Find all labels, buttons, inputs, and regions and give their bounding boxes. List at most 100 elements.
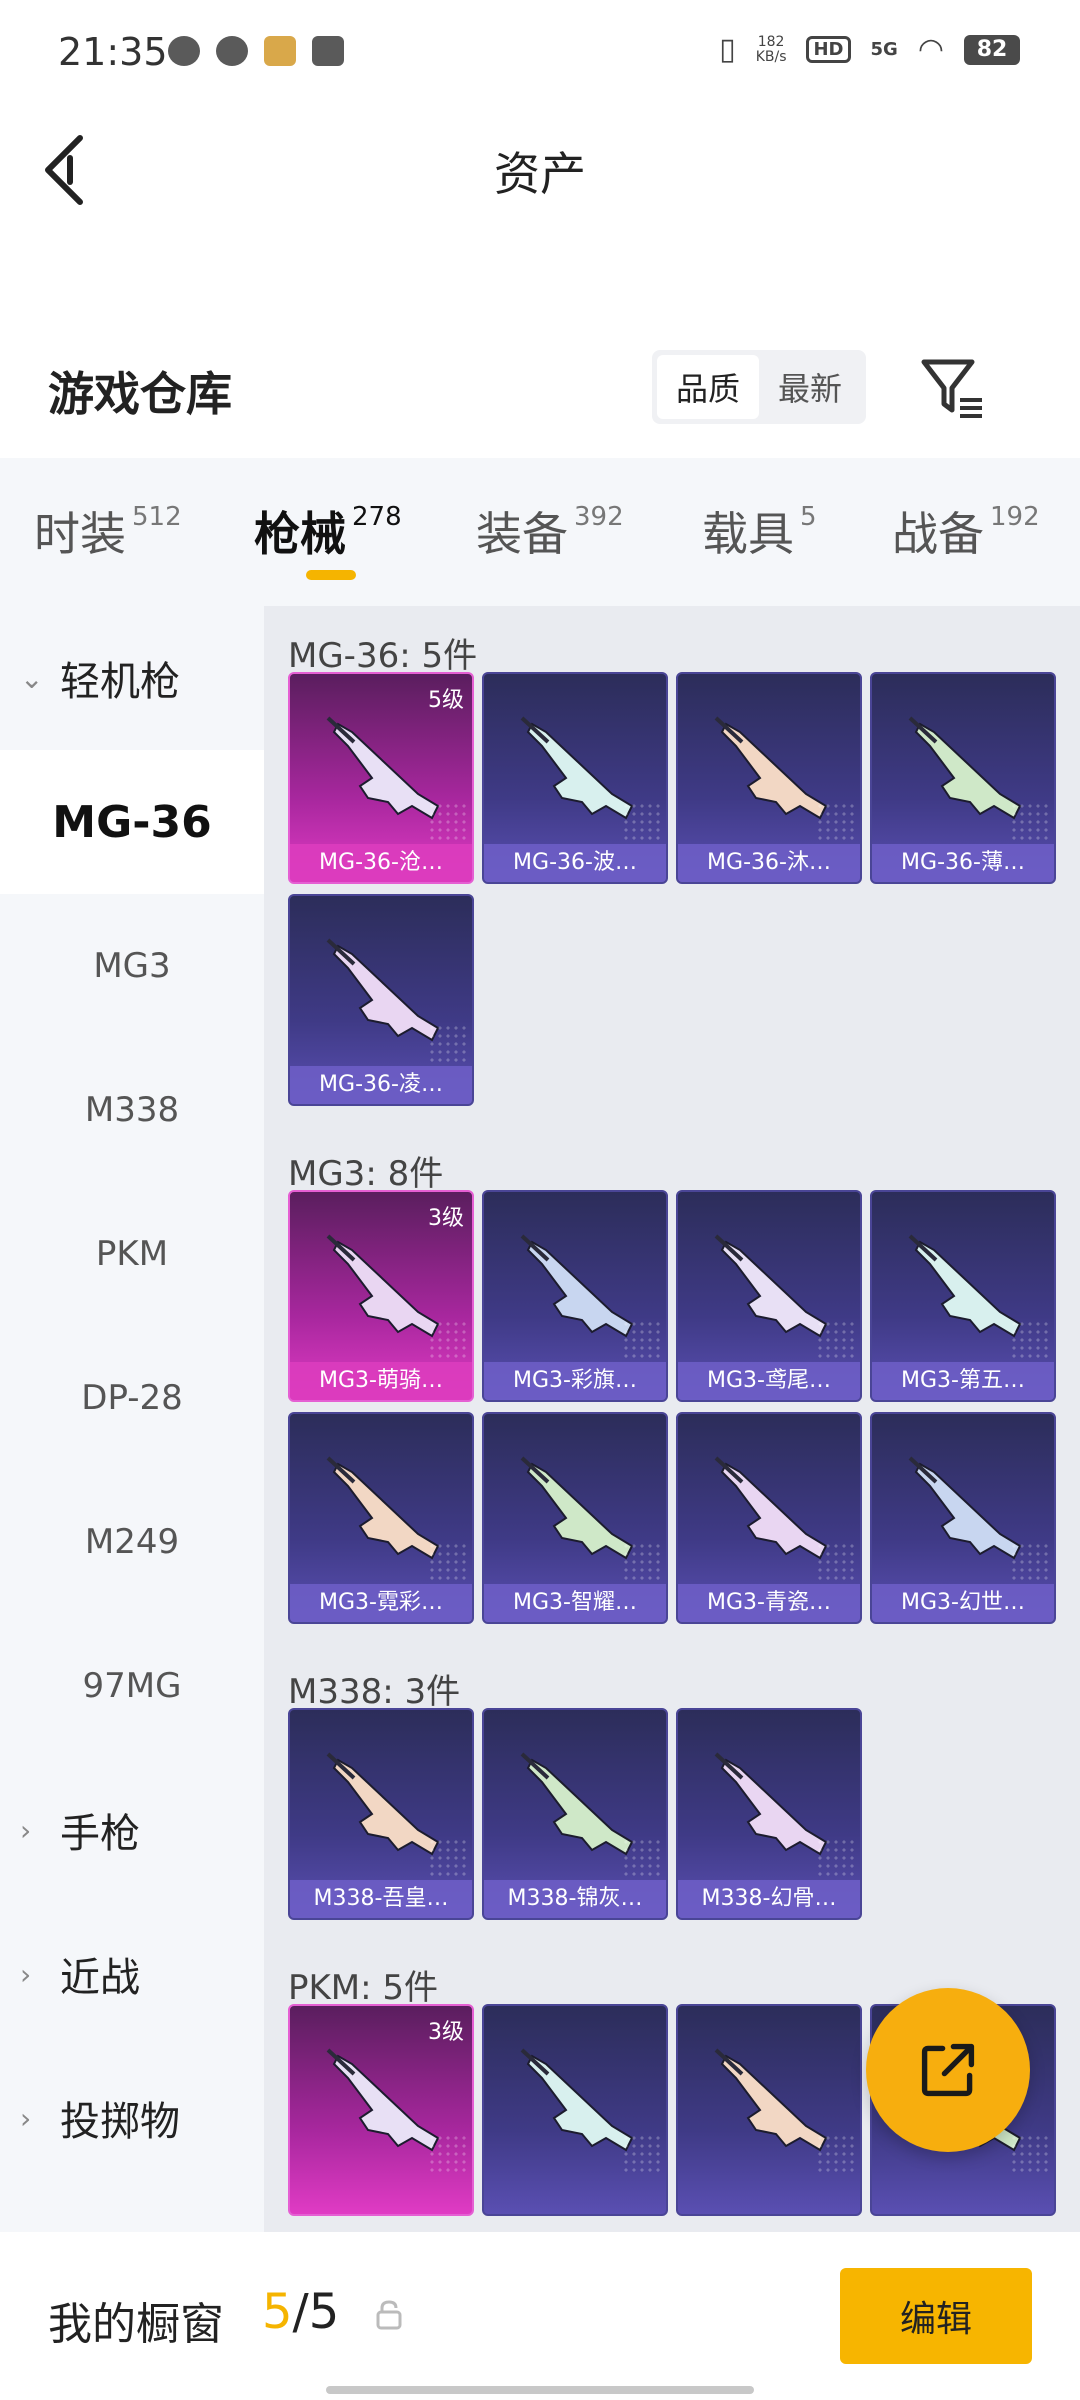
tab-label: 时装 [34,507,126,561]
lock-icon [376,2300,402,2330]
sidebar-item-mg-36[interactable]: MG-36 [0,750,264,894]
card-pattern [428,1838,468,1878]
weapon-card[interactable]: MG3-彩旗… [482,1190,668,1402]
card-pattern [428,802,468,842]
chevron-right-icon: › [20,2101,32,2135]
card-pattern [1010,2134,1050,2174]
status-bar: 21:35 ▯ 182 KB/s HD 5G ◠ 82 [0,0,1080,110]
card-pattern [816,1320,856,1360]
weapon-card[interactable] [482,2004,668,2216]
weapon-card[interactable]: MG-36-波… [482,672,668,884]
card-pattern [622,1838,662,1878]
showcase-total: 5 [308,2284,340,2340]
weapon-card[interactable]: MG3-智耀… [482,1412,668,1624]
weapon-card[interactable]: M338-锦灰… [482,1708,668,1920]
sort-latest-button[interactable]: 最新 [759,355,861,419]
card-pattern [622,1320,662,1360]
battery-icon: 82 [964,34,1020,65]
tab-firearms[interactable]: 枪械 278 [254,498,402,564]
card-level-badge: 3级 [428,1206,464,1231]
network-speed-unit: KB/s [755,48,787,65]
warehouse-title: 游戏仓库 [48,367,232,421]
card-label: MG3-萌骑… [290,1362,472,1400]
card-label: MG3-青瓷… [678,1584,860,1622]
sort-toggle: 品质 最新 [652,350,866,424]
card-pattern [428,1320,468,1360]
tab-label: 战备 [892,507,984,561]
weapon-card[interactable]: MG3-霓彩… [288,1412,474,1624]
network-speed-value: 182 [757,33,785,50]
card-pattern [428,1542,468,1582]
card-pattern [1010,802,1050,842]
section-title: MG3: 8件 [288,1154,444,1194]
card-pattern [622,802,662,842]
tab-count: 192 [990,502,1040,532]
chevron-down-icon: ⌄ [20,661,44,695]
filter-button[interactable] [916,352,988,424]
message-app-icon [312,36,344,66]
sidebar-item-pkm[interactable]: PKM [0,1182,264,1326]
vibrate-icon: ▯ [719,32,736,67]
weapon-card[interactable]: MG3-鸢尾… [676,1190,862,1402]
card-pattern [816,2134,856,2174]
weapon-card[interactable]: 3级 MG3-萌骑… [288,1190,474,1402]
page-title: 资产 [494,147,586,201]
card-level-badge: 3级 [428,2020,464,2045]
tab-equipment[interactable]: 装备 392 [476,498,624,564]
card-label: M338-吾皇… [290,1880,472,1918]
tab-count: 278 [352,502,402,532]
sidebar-item-m338[interactable]: M338 [0,1038,264,1182]
card-label: M338-锦灰… [484,1880,666,1918]
card-pattern [428,2134,468,2174]
tab-vehicles[interactable]: 载具 5 [702,498,817,564]
sort-quality-button[interactable]: 品质 [657,355,759,419]
card-label: MG-36-沧… [290,844,472,882]
weapon-card[interactable]: 5级 MG-36-沧… [288,672,474,884]
card-pattern [816,802,856,842]
weapon-card[interactable]: MG3-第五… [870,1190,1056,1402]
network-speed: 182 KB/s [755,33,787,65]
card-label: MG-36-凌… [290,1066,472,1104]
status-right-icons: ▯ 182 KB/s HD 5G ◠ 82 [719,32,1020,67]
weapon-card[interactable] [676,2004,862,2216]
weapon-card[interactable]: MG-36-凌… [288,894,474,1106]
filter-icon [921,359,982,418]
card-label: MG3-智耀… [484,1584,666,1622]
card-pattern [622,1542,662,1582]
weapon-card[interactable]: MG-36-薄… [870,672,1056,884]
edit-button[interactable]: 编辑 [840,2268,1032,2364]
sidebar-group-melee[interactable]: › 近战 [0,1902,264,2046]
card-pattern [622,2134,662,2174]
sidebar-group-throwables[interactable]: › 投掷物 [0,2046,264,2190]
section-title: PKM: 5件 [288,1968,439,2008]
tab-fashion[interactable]: 时装 512 [34,498,182,564]
sidebar-group-lmg[interactable]: ⌄ 轻机枪 [0,606,264,750]
active-tab-indicator [306,570,356,580]
weapon-card[interactable]: 3级 [288,2004,474,2216]
card-label: MG3-鸢尾… [678,1362,860,1400]
wechat-icon [168,36,200,66]
sidebar-group-pistol[interactable]: › 手枪 [0,1758,264,1902]
weapon-card[interactable]: M338-幻骨… [676,1708,862,1920]
share-button[interactable] [866,1988,1030,2152]
sidebar-item-97mg[interactable]: 97MG [0,1614,264,1758]
card-label: MG-36-薄… [872,844,1054,882]
hd-icon: HD [806,36,851,63]
sidebar-item-m249[interactable]: M249 [0,1470,264,1614]
weapon-card[interactable]: MG3-幻世… [870,1412,1056,1624]
card-label: MG-36-波… [484,844,666,882]
sidebar-group-label: 近战 [60,1955,140,2001]
chevron-right-icon: › [20,1813,32,1847]
card-pattern [1010,1542,1050,1582]
weapon-card[interactable]: MG-36-沐… [676,672,862,884]
sidebar-group-label: 轻机枪 [60,659,180,705]
weapon-card[interactable]: M338-吾皇… [288,1708,474,1920]
weapon-card[interactable]: MG3-青瓷… [676,1412,862,1624]
card-label: MG3-彩旗… [484,1362,666,1400]
card-label: M338-幻骨… [678,1880,860,1918]
game-app-icon [264,36,296,66]
sidebar-item-mg3[interactable]: MG3 [0,894,264,1038]
tab-count: 512 [132,502,182,532]
sidebar-item-dp-28[interactable]: DP-28 [0,1326,264,1470]
tab-supplies[interactable]: 战备 192 [892,498,1040,564]
